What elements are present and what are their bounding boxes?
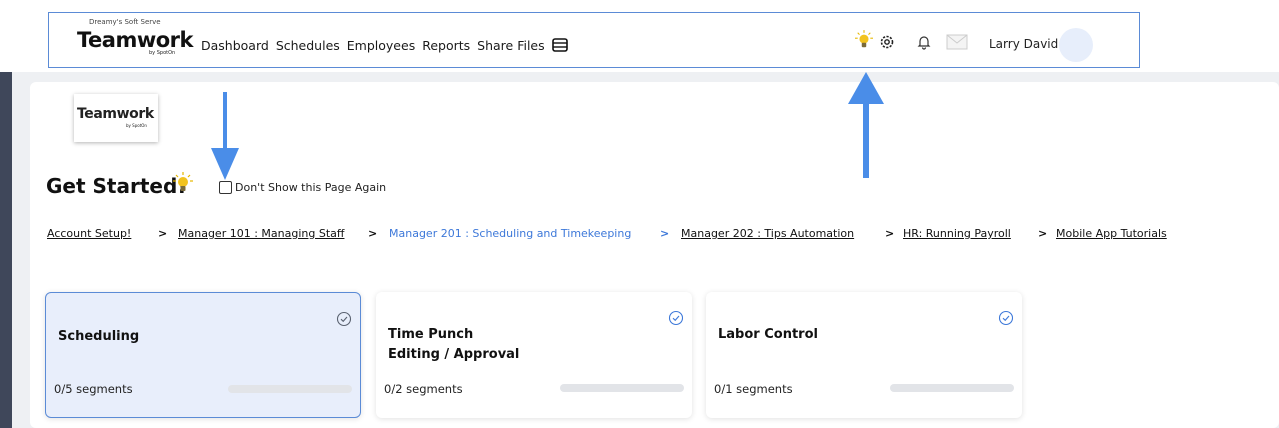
step-separator: > [158,227,168,240]
progress-bar [890,384,1014,392]
step-separator: > [660,227,670,240]
progress-bar [560,384,684,392]
check-circle-icon [668,310,684,330]
check-circle-icon [336,311,352,331]
sidebar-strip [0,72,12,428]
check-circle-icon [998,310,1014,330]
nav-share-files[interactable]: Share Files [477,38,544,55]
page-logo: Teamwork by SpotOn [74,94,158,142]
page-logo-text: Teamwork [77,106,154,122]
step-manager-201[interactable]: Manager 201 : Scheduling and Timekeeping [389,227,631,240]
user-name[interactable]: Larry David [989,37,1058,51]
nav-dashboard[interactable]: Dashboard [201,38,269,55]
module-card-labor-control[interactable]: Labor Control 0/1 segments [706,292,1022,418]
step-account-setup[interactable]: Account Setup! [47,227,131,240]
dont-show-checkbox[interactable] [219,181,232,194]
progress-bar [228,385,352,393]
gear-icon[interactable] [878,33,896,51]
card-segments: 0/1 segments [714,382,793,396]
card-title: Time Punch [388,327,474,342]
page-logo-byline: by SpotOn [126,123,147,128]
dont-show-again[interactable]: Don't Show this Page Again [219,181,386,194]
dont-show-label: Don't Show this Page Again [235,181,387,194]
avatar[interactable] [1059,28,1093,62]
step-hr-payroll[interactable]: HR: Running Payroll [903,227,1011,240]
step-manager-101[interactable]: Manager 101 : Managing Staff [178,227,344,240]
spoton-byline: by SpotOn [149,50,176,56]
mail-icon[interactable] [946,33,968,51]
step-manager-202[interactable]: Manager 202 : Tips Automation [681,227,854,240]
nav-employees[interactable]: Employees [347,38,415,55]
lightbulb-icon [173,172,193,198]
card-segments: 0/5 segments [54,382,133,396]
card-title: Scheduling [58,329,140,344]
module-card-scheduling[interactable]: Scheduling 0/5 segments [45,292,361,418]
page-title: Get Started! [46,174,187,198]
step-mobile-app[interactable]: Mobile App Tutorials [1056,227,1167,240]
nav-reports[interactable]: Reports [422,38,470,55]
top-navbar: Dreamy's Soft Serve Teamwork by SpotOn D… [48,12,1140,68]
teamwork-logo[interactable]: Teamwork [77,28,193,52]
card-segments: 0/2 segments [384,382,463,396]
main-nav: Dashboard Schedules Employees Reports Sh… [201,38,568,55]
nav-schedules[interactable]: Schedules [276,38,340,55]
company-name: Dreamy's Soft Serve [89,18,161,26]
step-separator: > [1038,227,1048,240]
module-card-time-punch[interactable]: Time Punch Editing / Approval 0/2 segmen… [376,292,692,418]
book-icon[interactable] [551,38,568,55]
card-title: Labor Control [718,327,818,342]
lightbulb-icon[interactable] [855,30,873,49]
down-arrow-annotation [211,92,239,180]
card-title-line2: Editing / Approval [388,347,520,362]
up-arrow-annotation [848,72,884,178]
step-separator: > [368,227,378,240]
step-separator: > [885,227,895,240]
bell-icon[interactable] [915,33,933,51]
